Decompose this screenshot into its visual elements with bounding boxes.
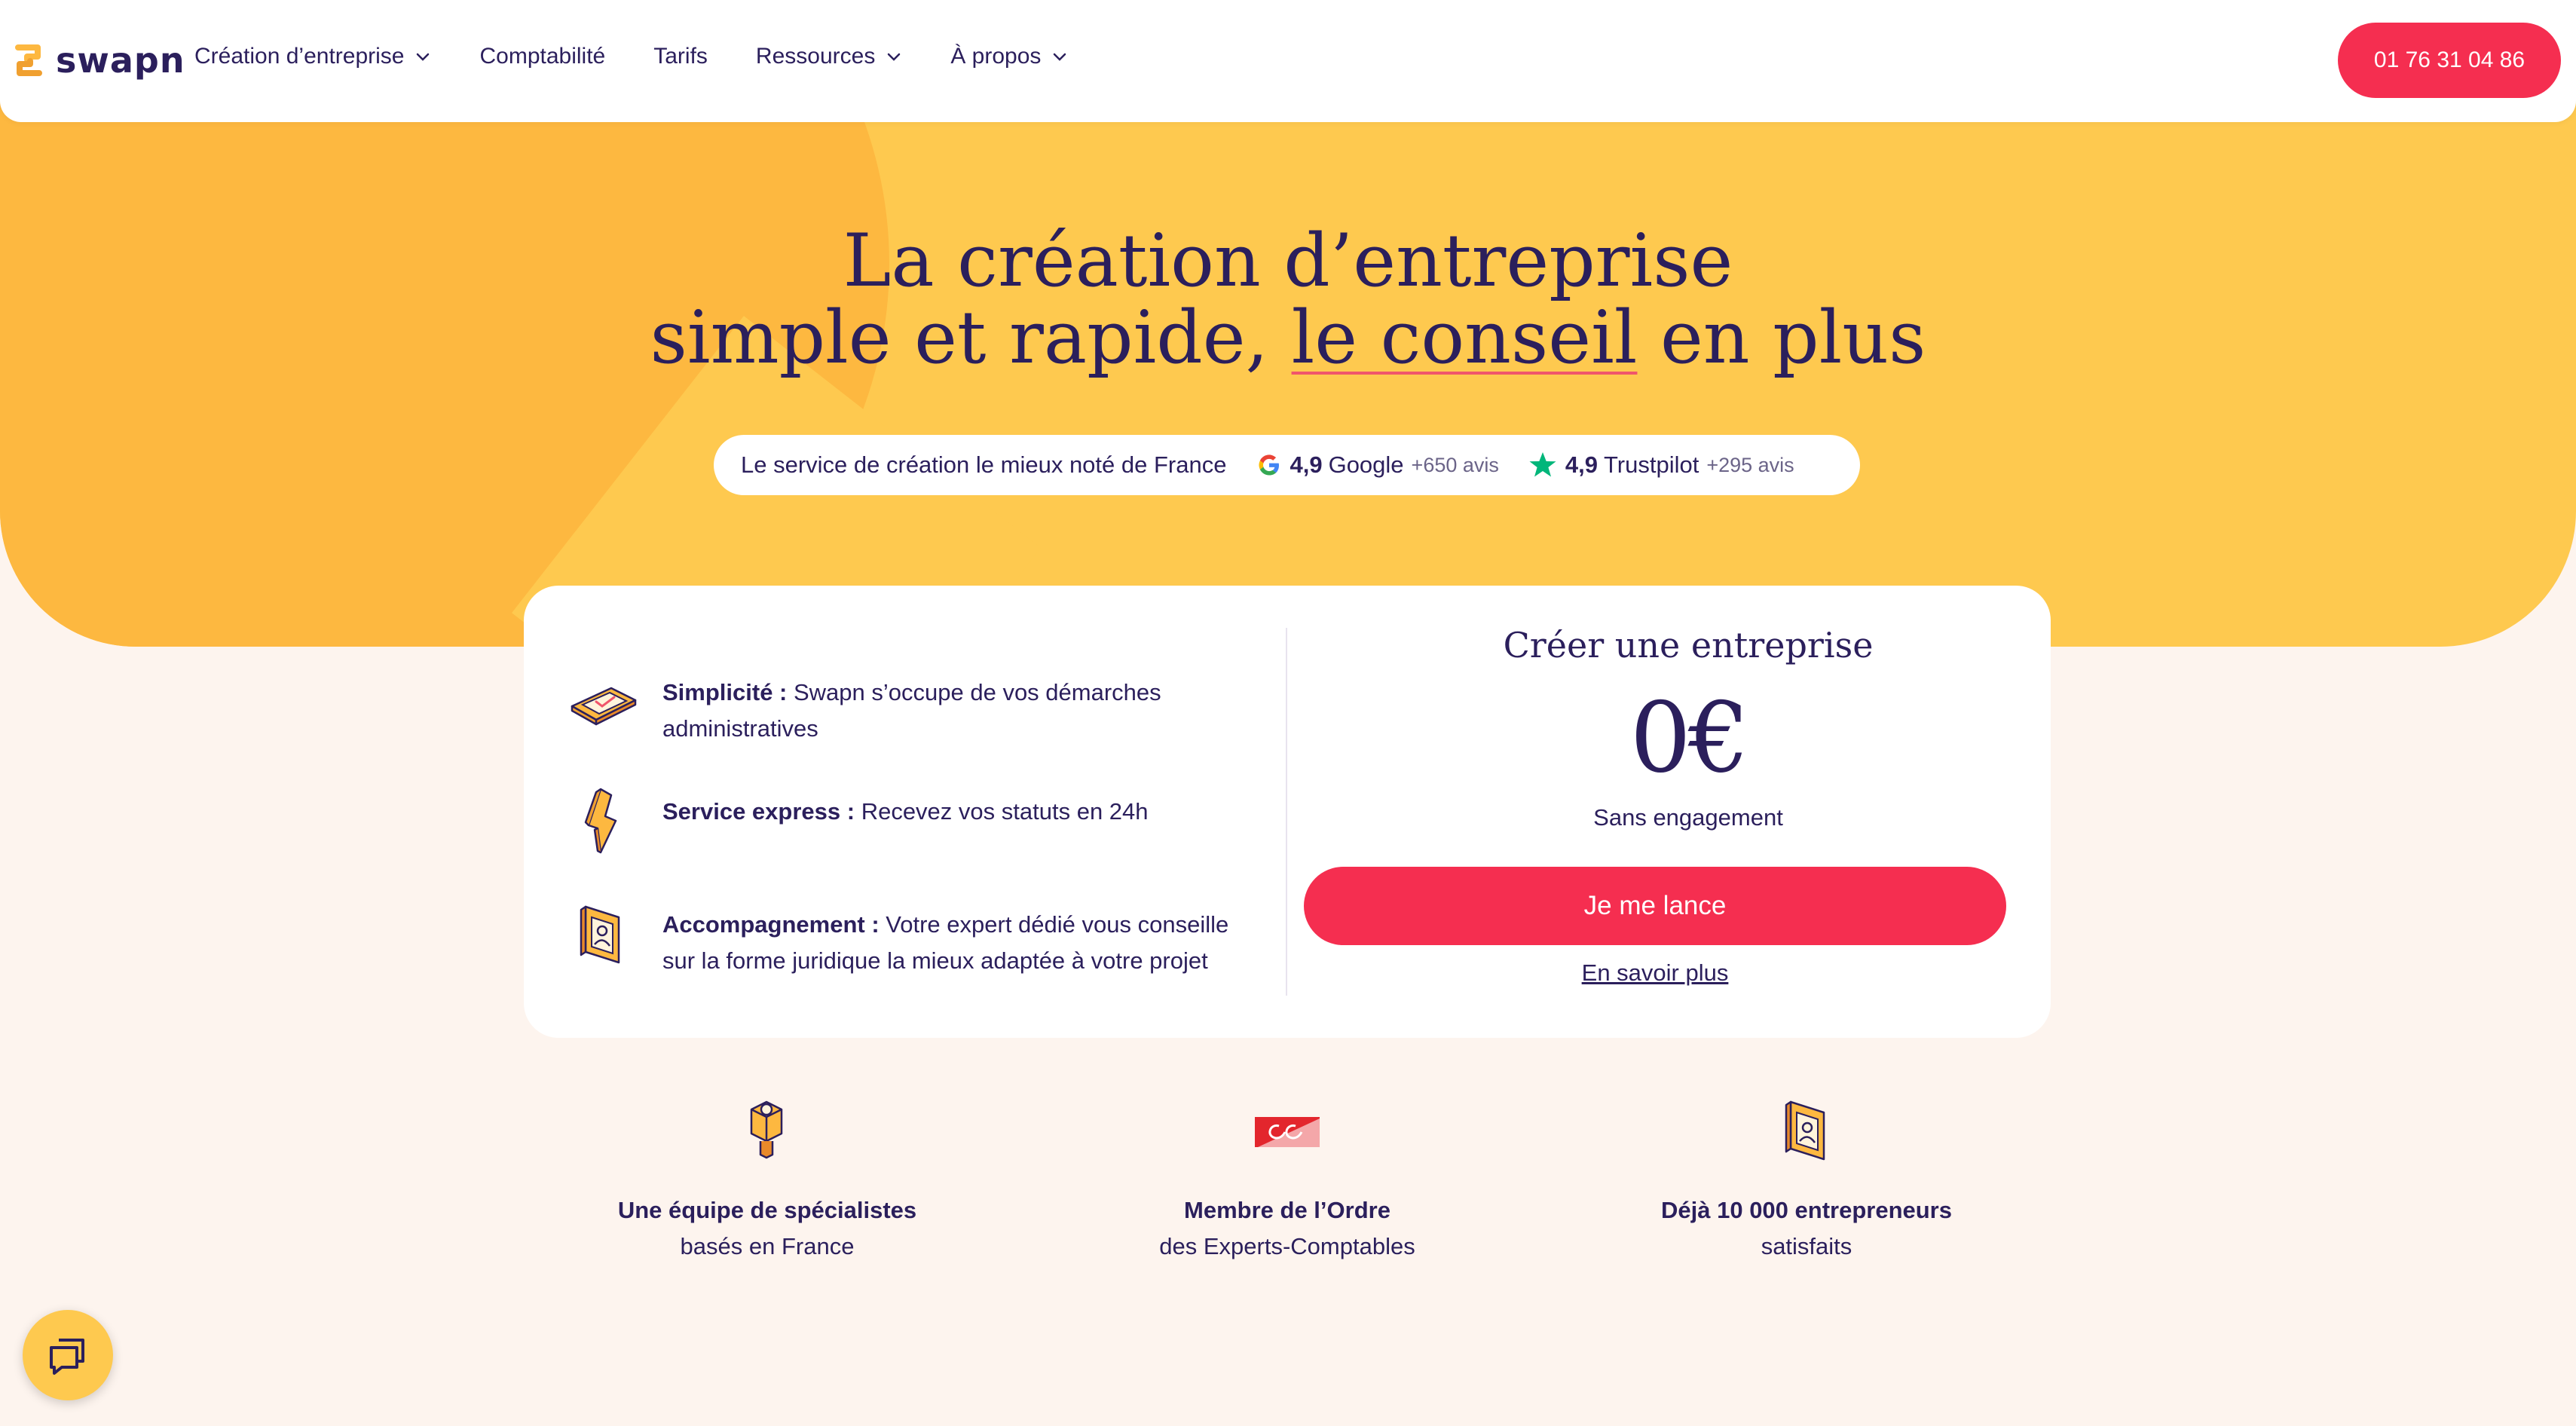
chat-button[interactable] (23, 1310, 113, 1400)
feature-description: Recevez vos statuts en 24h (855, 798, 1149, 825)
feature-item-accompagnement: Accompagnement : Votre expert dédié vous… (566, 905, 1259, 979)
entrepreneur-badge-icon (1785, 1100, 1825, 1161)
nav-label: Création d’entreprise (194, 44, 405, 69)
nav-tarifs[interactable]: Tarifs (653, 44, 708, 69)
chat-bubble-icon (50, 1339, 84, 1375)
google-count: +650 avis (1411, 453, 1499, 476)
google-label: Google (1328, 451, 1404, 478)
feature-text: Accompagnement : Votre expert dédié vous… (662, 907, 1259, 979)
card-divider (1286, 628, 1287, 996)
trust-title: Une équipe de spécialistes (617, 1197, 917, 1223)
swapn-logo-icon (15, 44, 42, 76)
nav-label: À propos (950, 44, 1042, 69)
headline-line-2-start: simple et rapide, (650, 295, 1292, 380)
nav-label: Comptabilité (479, 44, 606, 69)
feature-title: Service express : (662, 798, 855, 825)
trust-subtitle: basés en France (680, 1233, 855, 1259)
headline-highlight: le conseil (1291, 295, 1638, 380)
trust-item-entrepreneurs: Déjà 10 000 entrepreneurs satisfaits (1595, 1094, 2018, 1265)
feature-title: Simplicité : (662, 679, 788, 705)
feature-item-simplicite: Simplicité : Swapn s’occupe de vos démar… (566, 675, 1259, 747)
trust-subtitle: satisfaits (1761, 1233, 1852, 1259)
chevron-down-icon (888, 53, 901, 61)
chevron-down-icon (1054, 53, 1066, 61)
trustpilot-count: +295 avis (1706, 453, 1794, 476)
trustpilot-score: 4,9 (1565, 451, 1598, 478)
main-nav: Création d’entreprise Comptabilité Tarif… (194, 44, 1116, 69)
trust-item-ordre: Membre de l’Ordre des Experts-Comptables (1076, 1094, 1498, 1265)
headline-line-2: simple et rapide, le conseil en plus (0, 299, 2576, 376)
trust-title: Déjà 10 000 entrepreneurs (1661, 1197, 1952, 1223)
order-logo-icon (1255, 1117, 1320, 1147)
nav-a-propos[interactable]: À propos (950, 44, 1068, 69)
lightning-icon (584, 788, 617, 854)
swapn-logo[interactable]: swapn (12, 39, 185, 81)
site-header: swapn Création d’entreprise Comptabilité… (0, 0, 2576, 122)
trustpilot-label: Trustpilot (1604, 451, 1699, 478)
google-icon (1259, 454, 1280, 476)
learn-more-link[interactable]: En savoir plus (1304, 959, 2006, 987)
trust-subtitle: des Experts-Comptables (1159, 1233, 1415, 1259)
feature-title: Accompagnement : (662, 911, 880, 938)
feature-list: Simplicité : Swapn s’occupe de vos démar… (566, 675, 1259, 979)
chevron-down-icon (417, 53, 430, 61)
logo-wordmark: swapn (56, 40, 185, 81)
feature-item-service-express: Service express : Recevez vos statuts en… (566, 788, 1259, 858)
nav-ressources[interactable]: Ressources (756, 44, 902, 69)
team-icon (750, 1100, 783, 1159)
headline-line-2-end: en plus (1637, 295, 1926, 380)
trust-title: Membre de l’Ordre (1184, 1197, 1390, 1223)
phone-button[interactable]: 01 76 31 04 86 (2338, 23, 2561, 98)
nav-creation-entreprise[interactable]: Création d’entreprise (194, 44, 431, 69)
google-score: 4,9 (1290, 451, 1323, 478)
nav-label: Tarifs (653, 44, 708, 69)
nav-label: Ressources (755, 44, 876, 69)
feature-text: Service express : Recevez vos statuts en… (662, 794, 1149, 830)
offer-card: Simplicité : Swapn s’occupe de vos démar… (524, 586, 2051, 1038)
hero-headline: La création d’entreprise simple et rapid… (0, 222, 2576, 376)
feature-text: Simplicité : Swapn s’occupe de vos démar… (662, 675, 1259, 747)
rating-intro: Le service de création le mieux noté de … (741, 451, 1227, 478)
document-icon (571, 687, 637, 726)
nav-comptabilite[interactable]: Comptabilité (479, 44, 605, 69)
start-button[interactable]: Je me lance (1304, 867, 2006, 945)
trustpilot-star-icon (1529, 452, 1556, 477)
advisor-badge-icon (580, 905, 620, 964)
trust-item-team: Une équipe de spécialistes basés en Fran… (556, 1094, 978, 1265)
rating-pill: Le service de création le mieux noté de … (714, 435, 1860, 495)
price-note: Sans engagement (1593, 804, 1783, 831)
price-amount: 0€ (1629, 682, 1750, 794)
price-title: Créer une entreprise (1503, 625, 1874, 666)
headline-line-1: La création d’entreprise (843, 219, 1733, 303)
